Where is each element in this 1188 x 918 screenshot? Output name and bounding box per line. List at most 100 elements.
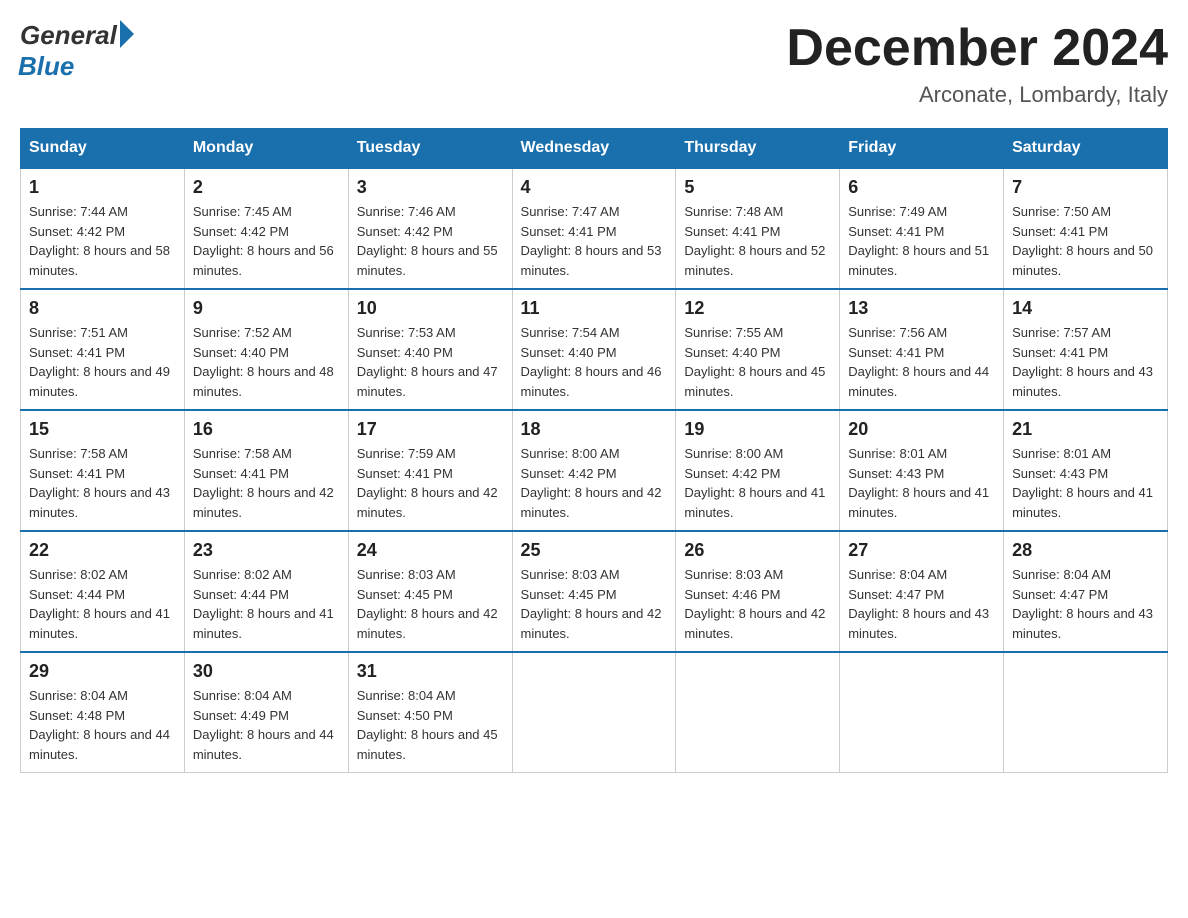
day-info: Sunrise: 8:03 AM Sunset: 4:46 PM Dayligh…: [684, 565, 831, 643]
day-number: 8: [29, 298, 176, 319]
day-info: Sunrise: 8:03 AM Sunset: 4:45 PM Dayligh…: [521, 565, 668, 643]
month-title: December 2024: [786, 20, 1168, 77]
calendar-week-row: 22 Sunrise: 8:02 AM Sunset: 4:44 PM Dayl…: [21, 531, 1168, 652]
day-number: 26: [684, 540, 831, 561]
calendar-cell: 29 Sunrise: 8:04 AM Sunset: 4:48 PM Dayl…: [21, 652, 185, 773]
day-info: Sunrise: 7:45 AM Sunset: 4:42 PM Dayligh…: [193, 202, 340, 280]
day-number: 31: [357, 661, 504, 682]
day-number: 5: [684, 177, 831, 198]
page-header: General Blue December 2024 Arconate, Lom…: [20, 20, 1168, 108]
day-info: Sunrise: 8:01 AM Sunset: 4:43 PM Dayligh…: [848, 444, 995, 522]
calendar-cell: 14 Sunrise: 7:57 AM Sunset: 4:41 PM Dayl…: [1004, 289, 1168, 410]
logo: General Blue: [20, 20, 134, 82]
day-info: Sunrise: 7:46 AM Sunset: 4:42 PM Dayligh…: [357, 202, 504, 280]
day-number: 24: [357, 540, 504, 561]
day-number: 27: [848, 540, 995, 561]
day-info: Sunrise: 7:48 AM Sunset: 4:41 PM Dayligh…: [684, 202, 831, 280]
calendar-cell: [676, 652, 840, 773]
day-info: Sunrise: 7:47 AM Sunset: 4:41 PM Dayligh…: [521, 202, 668, 280]
day-number: 7: [1012, 177, 1159, 198]
calendar-table: SundayMondayTuesdayWednesdayThursdayFrid…: [20, 128, 1168, 773]
column-header-tuesday: Tuesday: [348, 129, 512, 169]
day-number: 10: [357, 298, 504, 319]
column-header-monday: Monday: [184, 129, 348, 169]
day-info: Sunrise: 8:00 AM Sunset: 4:42 PM Dayligh…: [684, 444, 831, 522]
day-info: Sunrise: 8:02 AM Sunset: 4:44 PM Dayligh…: [29, 565, 176, 643]
calendar-cell: 24 Sunrise: 8:03 AM Sunset: 4:45 PM Dayl…: [348, 531, 512, 652]
day-number: 3: [357, 177, 504, 198]
day-info: Sunrise: 8:04 AM Sunset: 4:47 PM Dayligh…: [848, 565, 995, 643]
column-header-saturday: Saturday: [1004, 129, 1168, 169]
calendar-cell: 28 Sunrise: 8:04 AM Sunset: 4:47 PM Dayl…: [1004, 531, 1168, 652]
calendar-cell: 20 Sunrise: 8:01 AM Sunset: 4:43 PM Dayl…: [840, 410, 1004, 531]
day-number: 19: [684, 419, 831, 440]
day-number: 13: [848, 298, 995, 319]
calendar-week-row: 8 Sunrise: 7:51 AM Sunset: 4:41 PM Dayli…: [21, 289, 1168, 410]
day-number: 1: [29, 177, 176, 198]
day-info: Sunrise: 7:51 AM Sunset: 4:41 PM Dayligh…: [29, 323, 176, 401]
day-number: 2: [193, 177, 340, 198]
logo-blue-text: Blue: [18, 51, 74, 82]
day-number: 25: [521, 540, 668, 561]
day-number: 4: [521, 177, 668, 198]
day-number: 23: [193, 540, 340, 561]
calendar-cell: 11 Sunrise: 7:54 AM Sunset: 4:40 PM Dayl…: [512, 289, 676, 410]
day-info: Sunrise: 8:00 AM Sunset: 4:42 PM Dayligh…: [521, 444, 668, 522]
calendar-cell: 8 Sunrise: 7:51 AM Sunset: 4:41 PM Dayli…: [21, 289, 185, 410]
column-header-thursday: Thursday: [676, 129, 840, 169]
column-header-sunday: Sunday: [21, 129, 185, 169]
day-info: Sunrise: 7:57 AM Sunset: 4:41 PM Dayligh…: [1012, 323, 1159, 401]
calendar-cell: 23 Sunrise: 8:02 AM Sunset: 4:44 PM Dayl…: [184, 531, 348, 652]
calendar-cell: 17 Sunrise: 7:59 AM Sunset: 4:41 PM Dayl…: [348, 410, 512, 531]
day-info: Sunrise: 7:58 AM Sunset: 4:41 PM Dayligh…: [193, 444, 340, 522]
day-info: Sunrise: 7:52 AM Sunset: 4:40 PM Dayligh…: [193, 323, 340, 401]
calendar-week-row: 1 Sunrise: 7:44 AM Sunset: 4:42 PM Dayli…: [21, 168, 1168, 289]
day-info: Sunrise: 8:02 AM Sunset: 4:44 PM Dayligh…: [193, 565, 340, 643]
day-number: 12: [684, 298, 831, 319]
calendar-cell: 18 Sunrise: 8:00 AM Sunset: 4:42 PM Dayl…: [512, 410, 676, 531]
day-info: Sunrise: 7:55 AM Sunset: 4:40 PM Dayligh…: [684, 323, 831, 401]
calendar-header-row: SundayMondayTuesdayWednesdayThursdayFrid…: [21, 129, 1168, 169]
calendar-cell: 7 Sunrise: 7:50 AM Sunset: 4:41 PM Dayli…: [1004, 168, 1168, 289]
day-info: Sunrise: 7:50 AM Sunset: 4:41 PM Dayligh…: [1012, 202, 1159, 280]
day-info: Sunrise: 7:59 AM Sunset: 4:41 PM Dayligh…: [357, 444, 504, 522]
calendar-cell: [512, 652, 676, 773]
day-number: 14: [1012, 298, 1159, 319]
location: Arconate, Lombardy, Italy: [786, 82, 1168, 108]
day-number: 28: [1012, 540, 1159, 561]
day-info: Sunrise: 8:04 AM Sunset: 4:47 PM Dayligh…: [1012, 565, 1159, 643]
day-info: Sunrise: 7:56 AM Sunset: 4:41 PM Dayligh…: [848, 323, 995, 401]
calendar-cell: 6 Sunrise: 7:49 AM Sunset: 4:41 PM Dayli…: [840, 168, 1004, 289]
calendar-cell: 30 Sunrise: 8:04 AM Sunset: 4:49 PM Dayl…: [184, 652, 348, 773]
calendar-cell: [1004, 652, 1168, 773]
day-number: 9: [193, 298, 340, 319]
calendar-cell: 10 Sunrise: 7:53 AM Sunset: 4:40 PM Dayl…: [348, 289, 512, 410]
day-info: Sunrise: 8:03 AM Sunset: 4:45 PM Dayligh…: [357, 565, 504, 643]
calendar-cell: 2 Sunrise: 7:45 AM Sunset: 4:42 PM Dayli…: [184, 168, 348, 289]
calendar-cell: 25 Sunrise: 8:03 AM Sunset: 4:45 PM Dayl…: [512, 531, 676, 652]
column-header-friday: Friday: [840, 129, 1004, 169]
day-number: 15: [29, 419, 176, 440]
calendar-cell: 9 Sunrise: 7:52 AM Sunset: 4:40 PM Dayli…: [184, 289, 348, 410]
calendar-cell: 12 Sunrise: 7:55 AM Sunset: 4:40 PM Dayl…: [676, 289, 840, 410]
calendar-week-row: 15 Sunrise: 7:58 AM Sunset: 4:41 PM Dayl…: [21, 410, 1168, 531]
day-number: 29: [29, 661, 176, 682]
day-number: 22: [29, 540, 176, 561]
calendar-cell: 13 Sunrise: 7:56 AM Sunset: 4:41 PM Dayl…: [840, 289, 1004, 410]
calendar-cell: 31 Sunrise: 8:04 AM Sunset: 4:50 PM Dayl…: [348, 652, 512, 773]
title-section: December 2024 Arconate, Lombardy, Italy: [786, 20, 1168, 108]
calendar-cell: 26 Sunrise: 8:03 AM Sunset: 4:46 PM Dayl…: [676, 531, 840, 652]
day-number: 11: [521, 298, 668, 319]
day-number: 16: [193, 419, 340, 440]
calendar-cell: 1 Sunrise: 7:44 AM Sunset: 4:42 PM Dayli…: [21, 168, 185, 289]
day-info: Sunrise: 8:04 AM Sunset: 4:50 PM Dayligh…: [357, 686, 504, 764]
calendar-cell: 27 Sunrise: 8:04 AM Sunset: 4:47 PM Dayl…: [840, 531, 1004, 652]
day-number: 30: [193, 661, 340, 682]
calendar-cell: 15 Sunrise: 7:58 AM Sunset: 4:41 PM Dayl…: [21, 410, 185, 531]
calendar-cell: 22 Sunrise: 8:02 AM Sunset: 4:44 PM Dayl…: [21, 531, 185, 652]
logo-arrow-icon: [120, 20, 134, 48]
day-info: Sunrise: 7:54 AM Sunset: 4:40 PM Dayligh…: [521, 323, 668, 401]
calendar-cell: 3 Sunrise: 7:46 AM Sunset: 4:42 PM Dayli…: [348, 168, 512, 289]
calendar-cell: 4 Sunrise: 7:47 AM Sunset: 4:41 PM Dayli…: [512, 168, 676, 289]
logo-general-text: General: [20, 20, 117, 51]
